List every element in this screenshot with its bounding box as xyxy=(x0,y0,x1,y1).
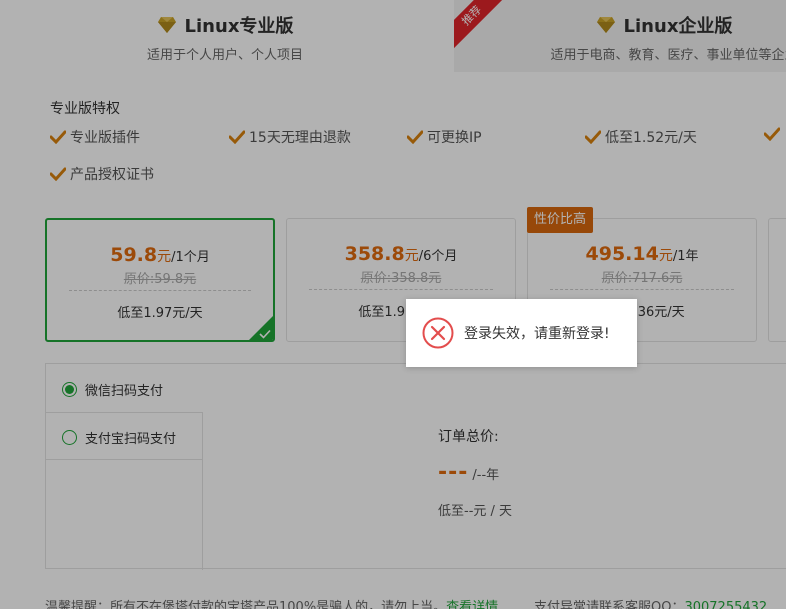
toast-message: 登录失效，请重新登录! xyxy=(464,326,610,342)
error-icon xyxy=(422,317,454,349)
error-toast: 登录失效，请重新登录! xyxy=(406,299,637,367)
modal-overlay[interactable] xyxy=(0,0,786,609)
